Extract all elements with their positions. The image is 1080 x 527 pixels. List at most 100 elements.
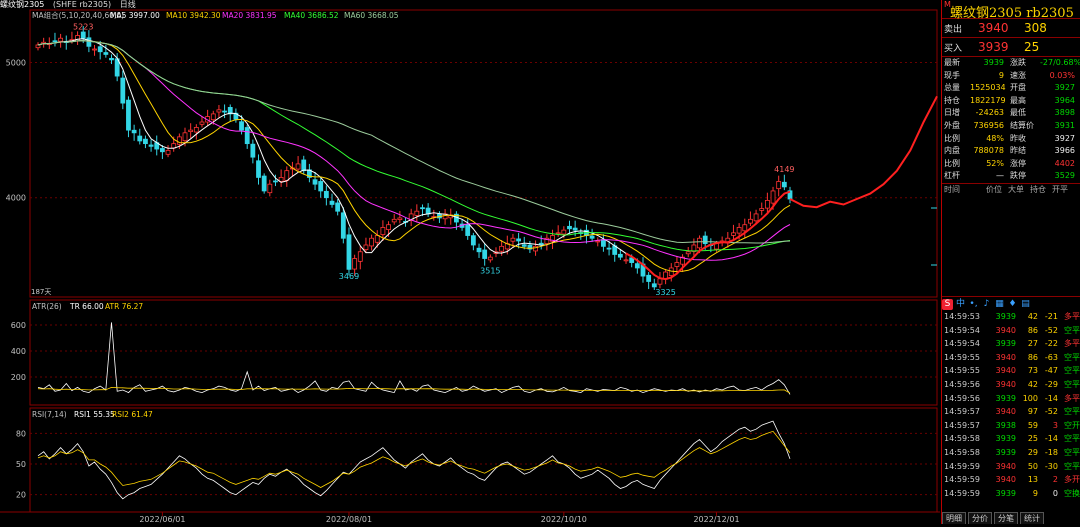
quote-key: 持仓 (944, 95, 960, 105)
tick-price: 3939 (995, 434, 1016, 444)
sell-volume: 308 (1024, 21, 1047, 35)
candle-body (781, 181, 787, 188)
bottom-tab[interactable]: 统计 (1020, 512, 1044, 524)
tick-time: 14:59:55 (944, 352, 980, 362)
annotation-low-2: 3515 (480, 266, 500, 275)
grid-icon[interactable]: ▤ (1020, 299, 1031, 310)
tick-price: 3939 (995, 339, 1016, 349)
chart-svg[interactable]: 5000 4000 5223 3469 3515 3325 4149 187天 2022/06/… (0, 0, 940, 524)
ime-zh-icon[interactable]: 中 (955, 299, 966, 310)
candle-body (646, 274, 652, 282)
ma-legend-label: MA20 3831.95 (222, 11, 277, 20)
panel-title: 螺纹钢2305 rb2305 (950, 6, 1074, 21)
quote-key: 比例 (944, 133, 960, 143)
quote-row: 内盘 788078 昨结 3966 (942, 145, 1080, 158)
tick-time: 14:59:57 (944, 420, 980, 430)
quote-value: -24263 (975, 108, 1004, 118)
bottom-tab[interactable]: 分价 (968, 512, 992, 524)
candle-body (487, 256, 493, 261)
candle-body (776, 181, 782, 190)
candle-body (764, 199, 770, 209)
quote-key: 比例 (944, 158, 960, 168)
annotation-low-3: 3325 (655, 288, 675, 297)
tick-oi: -63 (1044, 352, 1058, 362)
candle-body (80, 31, 86, 39)
tick-type: 空平 (1064, 434, 1080, 444)
tick-volume: 29 (1027, 447, 1038, 457)
tick-time: 14:59:59 (944, 461, 980, 471)
skin-icon[interactable]: ♦ (1007, 299, 1018, 310)
tick-time: 14:59:58 (944, 447, 980, 457)
atr-y-tick: 400 (11, 347, 26, 356)
tick-type: 空平 (1064, 366, 1080, 376)
mic-icon[interactable]: ♪ (981, 299, 992, 310)
candle-body (109, 57, 114, 61)
candle-body (414, 210, 420, 216)
candle-body (312, 179, 318, 185)
tick-row: 14:59:55 3940 86 -63 空平 (942, 351, 1080, 365)
quote-row: 外盘 736956 结算价 3931 (942, 120, 1080, 133)
quote-row: 比例 48% 昨收 3927 (942, 133, 1080, 146)
tick-oi: -29 (1044, 379, 1058, 389)
quote-row: 总量 1525034 开盘 3927 (942, 82, 1080, 95)
tick-type: 空平 (1064, 407, 1080, 417)
tick-volume: 25 (1027, 434, 1038, 444)
ime-toolbar[interactable]: S 中 •, ♪ ▦ ♦ ▤ (942, 296, 1080, 311)
tick-volume: 59 (1027, 420, 1038, 430)
candle-body (674, 262, 680, 267)
atr-value-label: ATR 76.27 (105, 302, 143, 311)
chart-area[interactable]: 5000 4000 5223 3469 3515 3325 4149 187天 2022/06/… (0, 0, 940, 524)
candle-body (606, 247, 612, 250)
candle-body (589, 235, 595, 239)
tick-volume: 73 (1027, 366, 1038, 376)
tick-oi: -21 (1044, 312, 1058, 321)
tick-header: 时间 价位 大单 持仓 开平 (942, 182, 1080, 196)
tick-type: 多平 (1064, 339, 1080, 349)
candle-body (97, 46, 103, 53)
candle-body (301, 159, 307, 172)
quote-value: 4402 (1054, 158, 1075, 168)
tick-time: 14:59:59 (944, 488, 980, 498)
quote-value: 3964 (1054, 95, 1075, 105)
quote-value: 9 (998, 70, 1004, 80)
candle-body (516, 238, 522, 242)
quote-value: 52% (986, 158, 1004, 168)
bottom-tab[interactable]: 分笔 (994, 512, 1018, 524)
tick-header-cell: 开平 (1052, 184, 1068, 194)
x-tick-label: 2022/06/01 (139, 515, 185, 524)
candle-body (470, 235, 476, 246)
x-tick-label: 2022/12/01 (693, 515, 739, 524)
candle-body (244, 127, 250, 145)
punctuation-icon[interactable]: •, (968, 299, 979, 310)
tick-time: 14:59:53 (944, 312, 980, 321)
quote-key: 开盘 (1010, 83, 1026, 93)
candle-body (380, 227, 386, 235)
candle-body (256, 160, 261, 178)
tick-type: 多平 (1064, 312, 1080, 321)
period-label[interactable]: 日线 (120, 0, 136, 9)
candle-body (103, 52, 109, 55)
candle-body (52, 40, 58, 43)
quote-key: 最新 (944, 58, 960, 67)
candle-body (267, 183, 273, 194)
candle-body (159, 148, 165, 153)
ma-legend-label: MA10 3942.30 (166, 11, 221, 20)
tick-volume: 42 (1027, 379, 1038, 389)
ma-legend-label: MA40 3686.52 (284, 11, 339, 20)
atr-tr-line (37, 322, 791, 395)
buy-label: 买入 (944, 43, 963, 54)
quote-value: 3939 (983, 58, 1004, 67)
tick-row: 14:59:56 3940 42 -29 空平 (942, 378, 1080, 392)
tick-row: 14:59:58 3939 25 -14 空平 (942, 432, 1080, 446)
bottom-tab[interactable]: 明细 (942, 512, 966, 524)
tick-list[interactable]: 14:59:53 3939 42 -21 多平 14:59:54 3940 86 -52 空平 14… (942, 310, 1080, 500)
candle-body (357, 251, 363, 262)
quote-value: 3966 (1054, 146, 1075, 156)
candle-body (363, 244, 369, 250)
quote-key: 最高 (1010, 95, 1026, 105)
sogou-icon[interactable]: S (942, 298, 953, 310)
tick-time: 14:59:57 (944, 407, 980, 417)
ma-legend-label: MA60 3668.05 (344, 11, 399, 20)
keyboard-icon[interactable]: ▦ (994, 299, 1005, 310)
quote-row: 最新 3939 涨跌 -27/0.68% (942, 57, 1080, 70)
